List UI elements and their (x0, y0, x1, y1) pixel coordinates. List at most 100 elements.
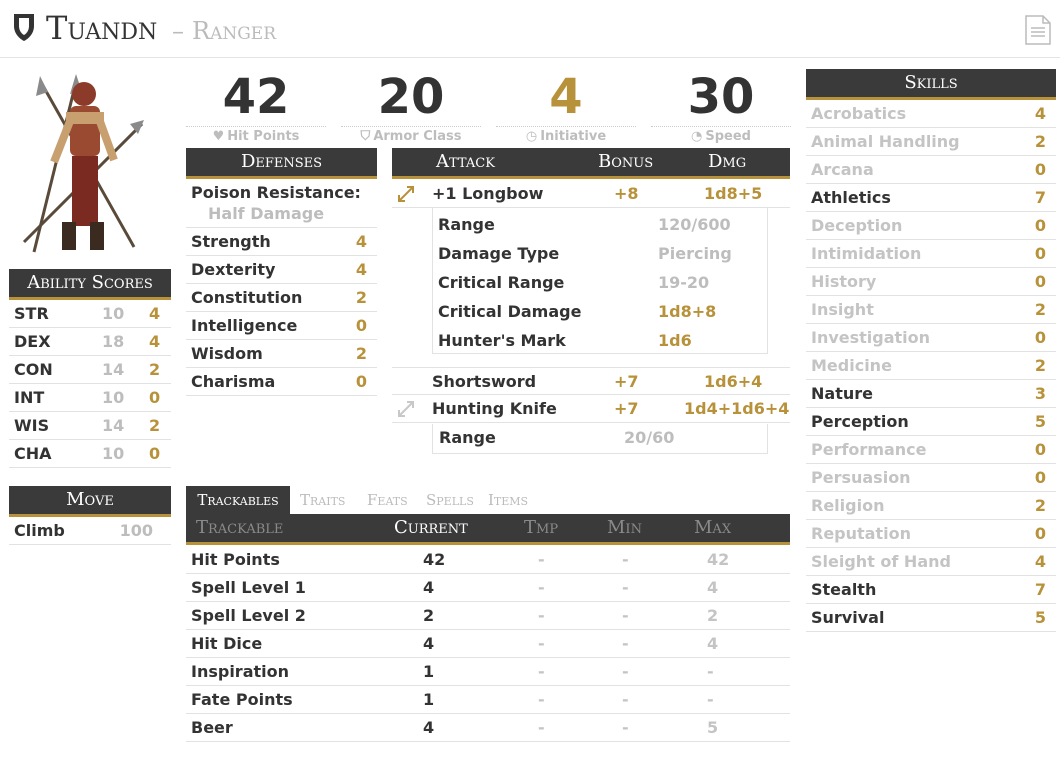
skill-name: Sleight of Hand (811, 552, 951, 571)
trackable-current[interactable]: 1 (423, 686, 434, 713)
skill-row-athletics[interactable]: Athletics 7 (806, 184, 1056, 212)
skill-row-performance[interactable]: Performance 0 (806, 436, 1056, 464)
trackable-current[interactable]: 2 (423, 602, 434, 629)
name-dash: – (172, 17, 184, 45)
defense-name: Intelligence (191, 316, 298, 335)
stat-initiative: 4 ◷ Initiative (496, 68, 636, 144)
skill-row-perception[interactable]: Perception 5 (806, 408, 1056, 436)
skill-row-persuasion[interactable]: Persuasion 0 (806, 464, 1056, 492)
skill-name: Deception (811, 216, 903, 235)
skill-row-arcana[interactable]: Arcana 0 (806, 156, 1056, 184)
longbow-detail-critical-damage: Critical Damage 1d8+8 (432, 297, 768, 326)
trackable-tmp[interactable]: - (538, 574, 545, 601)
trackables-header: Trackable Current Tmp Min Max (186, 514, 790, 545)
trackable-min: - (622, 634, 629, 653)
trackable-tmp[interactable]: - (538, 714, 545, 741)
skill-value: 7 (1034, 580, 1046, 599)
skill-value: 0 (1034, 160, 1046, 179)
skill-name: Investigation (811, 328, 931, 347)
detail-name: Critical Damage (438, 302, 582, 321)
attack-header: Attack Bonus Dmg (392, 148, 790, 179)
trackable-current[interactable]: 1 (423, 658, 434, 685)
skill-row-reputation[interactable]: Reputation 0 (806, 520, 1056, 548)
trackable-row: Hit Dice 4 - - 4 (186, 630, 790, 658)
skill-name: Athletics (811, 188, 891, 207)
trackable-tmp[interactable]: - (538, 630, 545, 657)
trackable-min: - (622, 606, 629, 625)
defense-row-charisma: Charisma 0 (186, 368, 377, 396)
stat-label: ◔ Speed (651, 126, 791, 144)
ability-row-int: INT 10 0 (9, 384, 171, 412)
trackable-min: - (622, 578, 629, 597)
trackable-current[interactable]: 4 (423, 574, 434, 601)
knife-details-box: Range 20/60 (432, 424, 768, 454)
skill-value: 0 (1034, 272, 1046, 291)
skill-row-nature[interactable]: Nature 3 (806, 380, 1056, 408)
skill-row-animal-handling[interactable]: Animal Handling 2 (806, 128, 1056, 156)
skill-row-insight[interactable]: Insight 2 (806, 296, 1056, 324)
header: Tuandn – Ranger (0, 0, 1060, 58)
trackable-row: Fate Points 1 - - - (186, 686, 790, 714)
skill-row-medicine[interactable]: Medicine 2 (806, 352, 1056, 380)
stat-label: ⛉ Armor Class (341, 126, 481, 144)
trackable-tmp[interactable]: - (538, 658, 545, 685)
attack-longbow[interactable]: +1 Longbow +8 1d8+5 (392, 180, 790, 208)
skills-header: Skills (806, 69, 1056, 100)
ability-name: INT (14, 388, 45, 407)
trackable-row: Beer 4 - - 5 (186, 714, 790, 742)
skill-name: Animal Handling (811, 132, 960, 151)
detail-name: Damage Type (438, 244, 560, 263)
document-icon[interactable] (1024, 14, 1052, 46)
ability-modifier: 0 (149, 444, 161, 463)
skill-name: Religion (811, 496, 885, 515)
ability-name: CHA (14, 444, 52, 463)
skill-row-investigation[interactable]: Investigation 0 (806, 324, 1056, 352)
ability-score: 14 (102, 416, 125, 435)
shield-icon (14, 14, 34, 41)
skill-value: 0 (1034, 216, 1046, 235)
ability-row-cha: CHA 10 0 (9, 440, 171, 468)
tab-bar: Trackables Traits Feats Spells Items (186, 486, 790, 514)
defense-name: Wisdom (191, 344, 263, 363)
trackable-max: - (707, 690, 714, 709)
trackable-current[interactable]: 4 (423, 714, 434, 741)
attack-hunting-knife[interactable]: Hunting Knife +7 1d4+1d6+4 (392, 395, 790, 423)
skill-name: Acrobatics (811, 104, 907, 123)
tab-feats[interactable]: Feats (367, 486, 408, 514)
skill-row-sleight-of-hand[interactable]: Sleight of Hand 4 (806, 548, 1056, 576)
trackable-tmp[interactable]: - (538, 602, 545, 629)
stat-label-text: Armor Class (373, 129, 462, 144)
ability-name: WIS (14, 416, 50, 435)
stat-speed: 30 ◔ Speed (651, 68, 791, 144)
trackable-tmp[interactable]: - (538, 686, 545, 713)
defense-value: 0 (355, 316, 367, 335)
ability-row-dex: DEX 18 4 (9, 328, 171, 356)
skill-row-history[interactable]: History 0 (806, 268, 1056, 296)
expand-arrows-icon[interactable] (397, 185, 415, 203)
defense-name: Strength (191, 232, 271, 251)
trackable-current[interactable]: 42 (423, 546, 445, 573)
character-name: Tuandn (46, 9, 158, 47)
skill-value: 0 (1034, 328, 1046, 347)
defense-row-dexterity: Dexterity 4 (186, 256, 377, 284)
defense-value: 4 (355, 260, 367, 279)
stat-value: 30 (687, 69, 755, 125)
tab-items[interactable]: Items (488, 486, 528, 514)
tab-spells[interactable]: Spells (426, 486, 474, 514)
tab-traits[interactable]: Traits (300, 486, 345, 514)
skill-row-stealth[interactable]: Stealth 7 (806, 576, 1056, 604)
skill-row-religion[interactable]: Religion 2 (806, 492, 1056, 520)
trackable-max: 42 (707, 550, 730, 569)
trackable-current[interactable]: 4 (423, 630, 434, 657)
attack-shortsword[interactable]: Shortsword +7 1d6+4 (392, 367, 790, 395)
trackable-tmp[interactable]: - (538, 546, 545, 573)
trackable-min: - (622, 718, 629, 737)
skill-row-intimidation[interactable]: Intimidation 0 (806, 240, 1056, 268)
tab-trackables[interactable]: Trackables (186, 486, 290, 514)
skill-row-acrobatics[interactable]: Acrobatics 4 (806, 100, 1056, 128)
expand-arrows-icon[interactable] (397, 400, 415, 418)
skill-row-survival[interactable]: Survival 5 (806, 604, 1056, 632)
skill-row-deception[interactable]: Deception 0 (806, 212, 1056, 240)
skill-value: 3 (1034, 384, 1046, 403)
defense-name: Constitution (191, 288, 303, 307)
